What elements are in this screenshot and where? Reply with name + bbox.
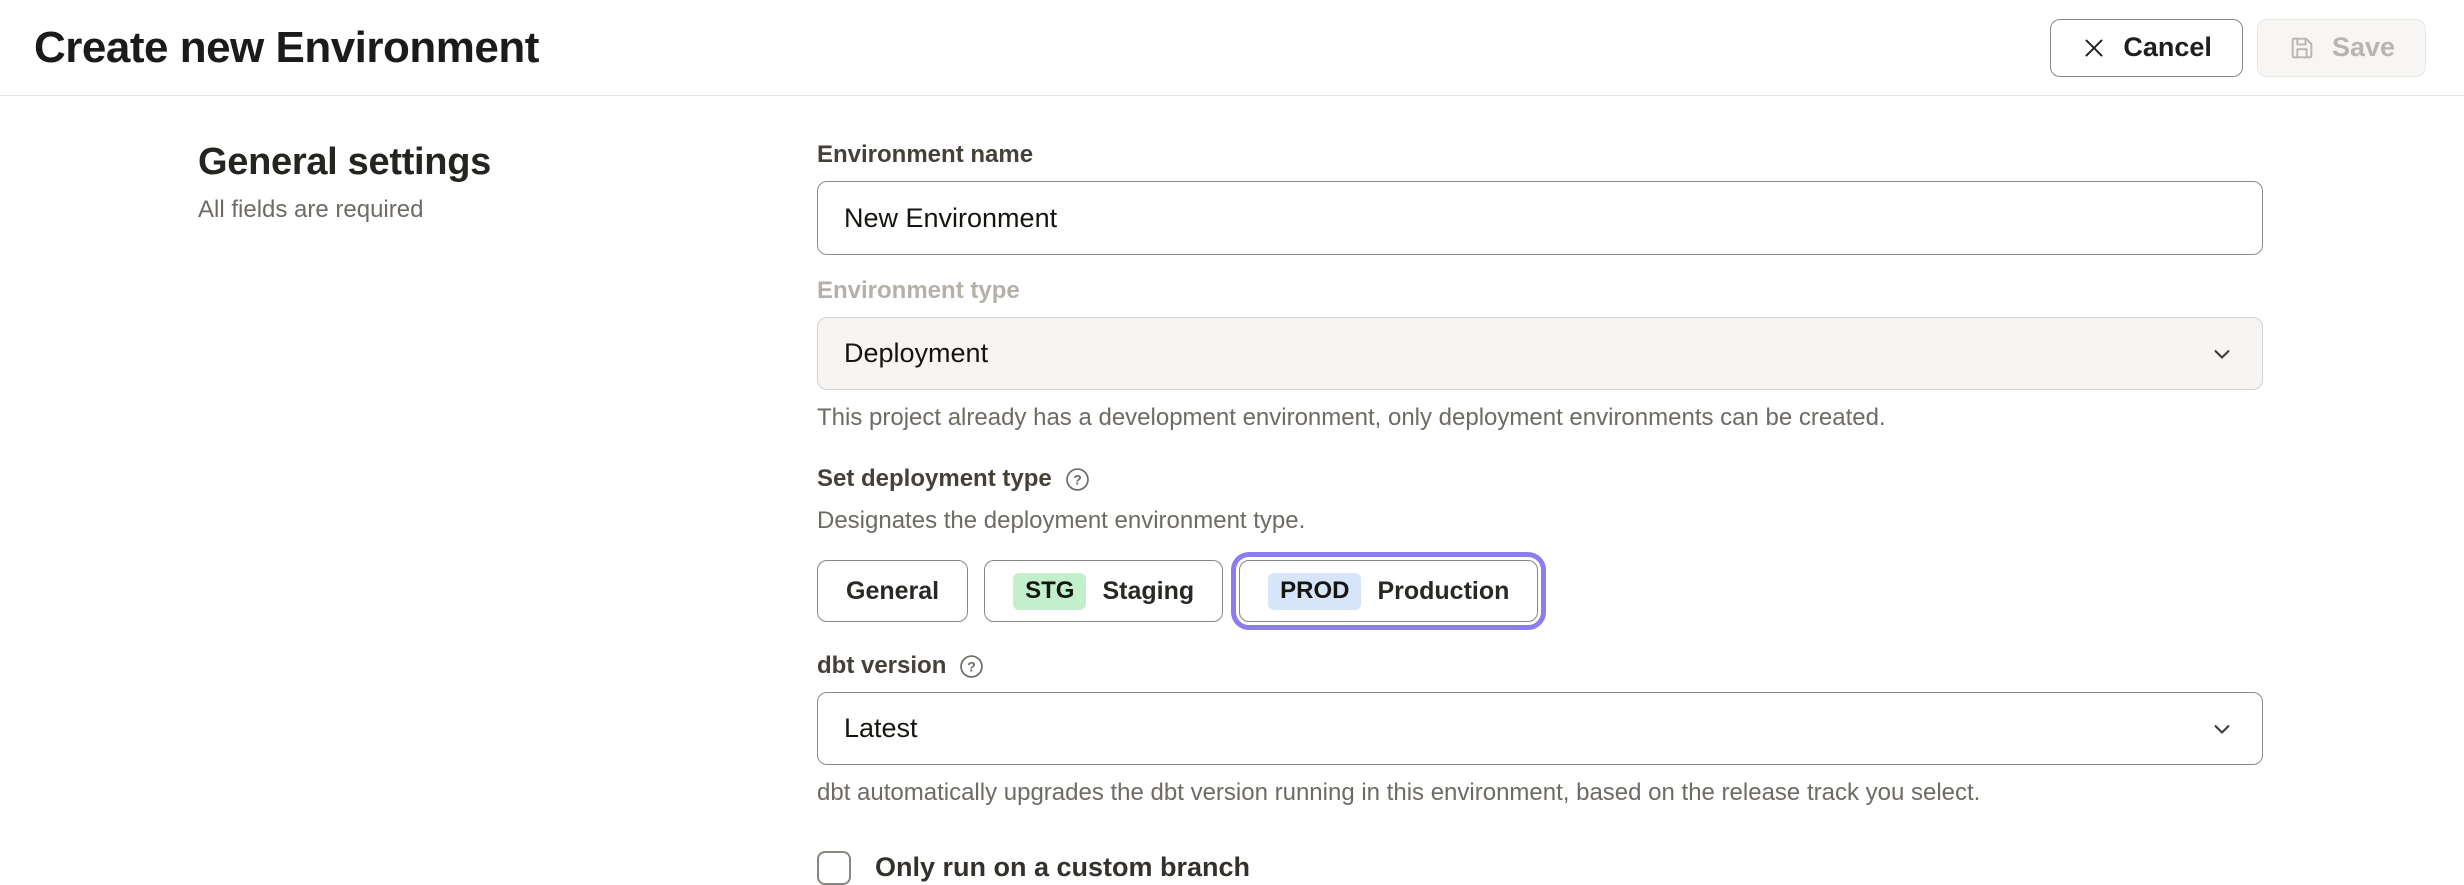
environment-name-input[interactable] <box>817 181 2263 255</box>
custom-branch-checkbox[interactable] <box>817 851 851 885</box>
save-button-label: Save <box>2332 32 2395 63</box>
field-environment-type: Environment type Deployment This project… <box>817 277 2263 433</box>
deployment-type-option-staging[interactable]: STG Staging <box>984 560 1223 622</box>
chevron-down-icon <box>2208 715 2236 743</box>
page-title: Create new Environment <box>34 23 539 73</box>
header-actions: Cancel Save <box>2050 19 2426 77</box>
deployment-type-label-text: Set deployment type <box>817 465 1052 493</box>
save-button[interactable]: Save <box>2257 19 2426 77</box>
section-heading: General settings <box>198 141 817 184</box>
dbt-version-select[interactable]: Latest <box>817 692 2263 765</box>
svg-text:?: ? <box>968 658 977 674</box>
environment-type-helper: This project already has a development e… <box>817 402 2263 433</box>
close-icon <box>2081 35 2107 61</box>
environment-name-label: Environment name <box>817 141 2263 169</box>
environment-type-value: Deployment <box>844 338 988 369</box>
save-icon <box>2288 34 2316 62</box>
dbt-version-value: Latest <box>844 713 918 744</box>
page-header: Create new Environment Cancel Save <box>0 0 2464 96</box>
environment-type-label: Environment type <box>817 277 2263 305</box>
dbt-version-label: dbt version ? <box>817 652 2263 680</box>
field-dbt-version: dbt version ? Latest dbt automatically u… <box>817 652 2263 808</box>
deployment-type-option-general[interactable]: General <box>817 560 968 622</box>
field-environment-name: Environment name <box>817 141 2263 255</box>
option-general-label: General <box>846 577 939 606</box>
help-circle-icon[interactable]: ? <box>958 653 985 680</box>
section-subheading: All fields are required <box>198 196 817 224</box>
production-badge: PROD <box>1268 573 1361 610</box>
option-production-label: Production <box>1377 577 1509 606</box>
deployment-type-label: Set deployment type ? <box>817 465 2263 493</box>
chevron-down-icon <box>2208 340 2236 368</box>
main-content: General settings All fields are required… <box>0 96 2464 885</box>
settings-intro: General settings All fields are required <box>198 141 817 885</box>
field-custom-branch: Only run on a custom branch <box>817 851 2263 885</box>
field-deployment-type: Set deployment type ? Designates the dep… <box>817 465 2263 622</box>
deployment-type-options: General STG Staging PROD Production <box>817 560 2263 622</box>
dbt-version-helper: dbt automatically upgrades the dbt versi… <box>817 777 2263 808</box>
cancel-button-label: Cancel <box>2123 32 2212 63</box>
environment-type-select: Deployment <box>817 317 2263 390</box>
cancel-button[interactable]: Cancel <box>2050 19 2243 77</box>
dbt-version-label-text: dbt version <box>817 652 946 680</box>
deployment-type-helper: Designates the deployment environment ty… <box>817 505 2263 536</box>
option-staging-label: Staging <box>1102 577 1194 606</box>
environment-form: Environment name Environment type Deploy… <box>817 141 2263 885</box>
staging-badge: STG <box>1013 573 1086 610</box>
custom-branch-label: Only run on a custom branch <box>875 852 1250 883</box>
help-circle-icon[interactable]: ? <box>1064 466 1091 493</box>
svg-text:?: ? <box>1073 471 1082 487</box>
deployment-type-option-production[interactable]: PROD Production <box>1239 560 1538 622</box>
